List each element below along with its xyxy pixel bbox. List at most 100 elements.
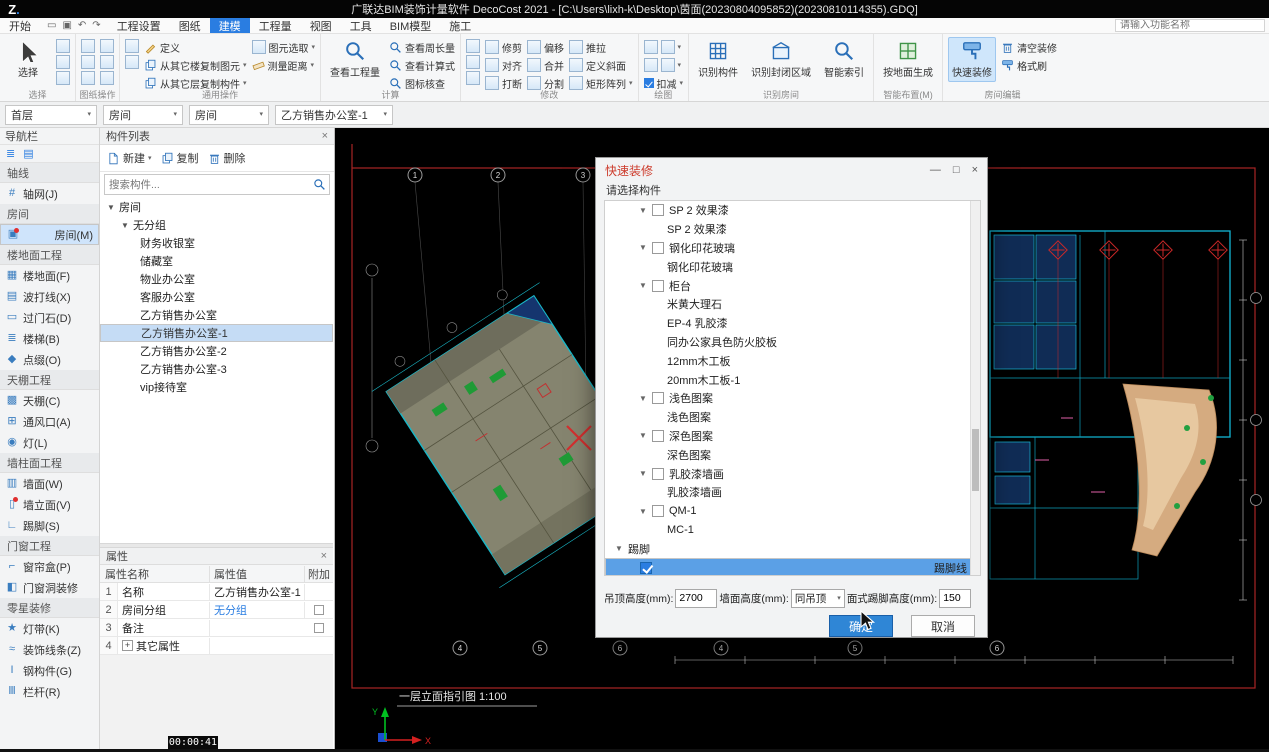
dialog-tree-child[interactable]: 米黄大理石: [605, 295, 980, 314]
expander-icon[interactable]: ▼: [106, 203, 116, 212]
dialog-tree-child[interactable]: 12mm木工板: [605, 351, 980, 370]
component-item[interactable]: vip接待室: [100, 378, 333, 396]
tab-modeling[interactable]: 建模: [210, 18, 250, 33]
modify-rotate-icon[interactable]: [466, 71, 480, 85]
sidebar-item-wall-face[interactable]: ▥墙面(W): [0, 473, 99, 494]
nav-list-view-icon[interactable]: ≣: [6, 147, 15, 160]
delete-component-button[interactable]: 删除: [208, 150, 246, 166]
sidebar-item-light[interactable]: ◉灯(L): [0, 432, 99, 453]
dialog-tree-child[interactable]: 20mm木工板-1: [605, 370, 980, 389]
component-item-selected[interactable]: 乙方销售办公室-1: [100, 324, 333, 342]
property-value[interactable]: 乙方销售办公室-1: [210, 584, 305, 600]
item-checkbox[interactable]: [652, 204, 664, 216]
sidebar-item-accent[interactable]: ◆点缀(O): [0, 349, 99, 370]
expand-icon[interactable]: +: [122, 640, 133, 651]
cancel-button[interactable]: 取消: [911, 615, 975, 637]
component-item[interactable]: 乙方销售办公室-3: [100, 360, 333, 378]
sidebar-item-skirting[interactable]: ∟踢脚(S): [0, 515, 99, 536]
define-slope-button[interactable]: 定义斜面: [569, 57, 633, 73]
deduct-toggle[interactable]: 扣减 ▾: [644, 75, 684, 91]
type-select[interactable]: 房间▾: [189, 105, 269, 125]
copy-component-button[interactable]: 复制: [161, 150, 199, 166]
sheet-scale-icon[interactable]: [100, 39, 114, 53]
select-box-mode-icon[interactable]: [56, 39, 70, 53]
attach-checkbox[interactable]: [314, 623, 324, 633]
generate-by-floor-button[interactable]: 按地面生成: [879, 37, 937, 82]
sidebar-item-light-strip[interactable]: ★灯带(K): [0, 618, 99, 639]
smart-index-button[interactable]: 智能索引: [820, 37, 868, 82]
sidebar-item-threshold-stone[interactable]: ▭过门石(D): [0, 307, 99, 328]
tab-construction[interactable]: 施工: [440, 18, 480, 33]
draw-point-icon[interactable]: [644, 40, 658, 54]
modify-mirror-icon[interactable]: [466, 55, 480, 69]
sheet-split-icon[interactable]: [81, 55, 95, 69]
sheet-rotate-icon[interactable]: [100, 55, 114, 69]
deduct-checkbox[interactable]: [644, 78, 654, 88]
component-item[interactable]: 乙方销售办公室-2: [100, 342, 333, 360]
select-lasso-mode-icon[interactable]: [56, 55, 70, 69]
sidebar-item-wall-elevation[interactable]: ▯墙立面(V): [0, 494, 99, 515]
attach-checkbox[interactable]: [314, 605, 324, 615]
component-item[interactable]: 客服办公室: [100, 288, 333, 306]
item-checkbox[interactable]: [652, 505, 664, 517]
common-erase-icon[interactable]: [125, 55, 139, 69]
dialog-tree-child[interactable]: 同办公家具色防火胶板: [605, 333, 980, 352]
sheet-manage-icon[interactable]: [81, 39, 95, 53]
measure-distance-button[interactable]: 测量距离 ▾: [252, 57, 316, 73]
sidebar-item-axis-grid[interactable]: #轴网(J): [0, 183, 99, 204]
draw-arc-icon[interactable]: [661, 58, 675, 72]
close-icon[interactable]: ×: [972, 164, 978, 176]
item-checkbox[interactable]: [652, 392, 664, 404]
format-painter-button[interactable]: 格式刷: [1001, 57, 1057, 73]
expander-icon[interactable]: ▼: [639, 281, 652, 290]
dialog-tree-child[interactable]: 深色图案: [605, 445, 980, 464]
sidebar-item-steel-member[interactable]: I钢构件(G): [0, 660, 99, 681]
nav-tree-view-icon[interactable]: ▤: [23, 147, 33, 160]
sidebar-item-opening-decor[interactable]: ◧门窗洞装修: [0, 577, 99, 598]
copy-from-other-floor-button[interactable]: 从其它楼复制图元 ▾: [144, 57, 247, 73]
item-checkbox[interactable]: [652, 430, 664, 442]
dialog-tree-child[interactable]: MC-1: [605, 521, 980, 540]
element-pick-button[interactable]: 图元选取 ▾: [252, 39, 316, 55]
dialog-tree-parent[interactable]: ▼深色图案: [605, 427, 980, 446]
view-quantities-button[interactable]: 查看工程量: [326, 37, 384, 82]
dialog-tree-parent-skirting[interactable]: ▼踢脚: [605, 539, 980, 558]
icon-check-button[interactable]: 图标核查: [389, 75, 455, 91]
sidebar-item-vent[interactable]: ⊞通风口(A): [0, 411, 99, 432]
trim-button[interactable]: 修剪: [485, 39, 522, 55]
component-item[interactable]: 乙方销售办公室: [100, 306, 333, 324]
ceiling-height-input[interactable]: [675, 589, 717, 608]
sheet-delete-icon[interactable]: [100, 71, 114, 85]
close-icon[interactable]: ×: [321, 550, 327, 562]
element-select[interactable]: 乙方销售办公室-1▾: [275, 105, 393, 125]
new-component-button[interactable]: 新建 ▾: [107, 150, 152, 166]
recognize-component-button[interactable]: 识别构件: [694, 37, 742, 82]
dialog-tree-child[interactable]: 乳胶漆墙画: [605, 483, 980, 502]
expander-icon[interactable]: ▼: [639, 431, 652, 440]
align-button[interactable]: 对齐: [485, 57, 522, 73]
break-button[interactable]: 打断: [485, 75, 522, 91]
tab-start[interactable]: 开始: [0, 18, 40, 33]
copy-from-other-layer-button[interactable]: 从其它层复制构件 ▾: [144, 75, 247, 91]
close-icon[interactable]: ×: [322, 130, 328, 142]
item-checkbox-checked[interactable]: [640, 562, 652, 574]
ok-button[interactable]: 确定: [829, 615, 893, 637]
draw-line-icon[interactable]: [644, 58, 658, 72]
sidebar-item-curtain-box[interactable]: ⌐窗帘盒(P): [0, 556, 99, 577]
tab-bim-model[interactable]: BIM模型: [381, 18, 441, 33]
view-perimeter-button[interactable]: 查看周长量: [389, 39, 455, 55]
tab-drawings[interactable]: 图纸: [170, 18, 210, 33]
expander-icon[interactable]: ▼: [639, 243, 652, 252]
sidebar-item-ceiling[interactable]: ▩天棚(C): [0, 390, 99, 411]
common-edit-icon[interactable]: [125, 39, 139, 53]
component-item[interactable]: 财务收银室: [100, 234, 333, 252]
clear-decoration-button[interactable]: 清空装修: [1001, 39, 1057, 55]
save-icon[interactable]: ▣: [62, 20, 71, 31]
wall-height-select[interactable]: 同吊顶▾: [791, 589, 845, 608]
new-file-icon[interactable]: ▭: [47, 20, 56, 31]
dialog-tree-parent[interactable]: ▼浅色图案: [605, 389, 980, 408]
item-checkbox[interactable]: [652, 468, 664, 480]
offset-button[interactable]: 偏移: [527, 39, 564, 55]
search-icon[interactable]: [313, 178, 326, 191]
quick-decorate-button[interactable]: 快速装修: [948, 37, 996, 82]
